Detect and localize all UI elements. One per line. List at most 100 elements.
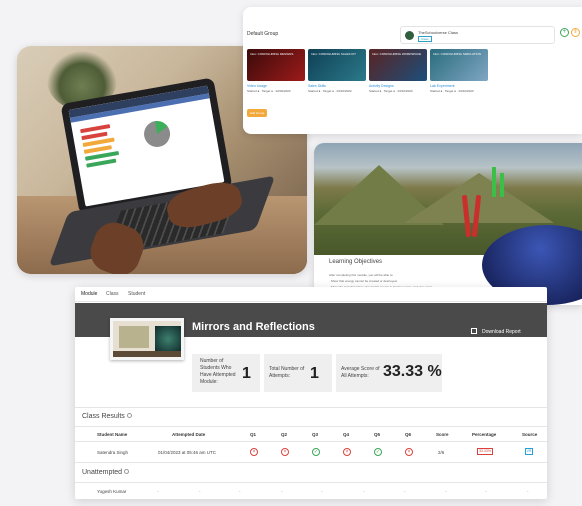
- thumb-mirror: [119, 326, 149, 348]
- tile-name[interactable]: Video Usage: [247, 84, 305, 88]
- tab-bar: Module Class Student: [75, 287, 547, 302]
- stat-attempts: Total Number of Attempts: 1: [264, 354, 332, 392]
- thumb-floor: [113, 351, 181, 357]
- unattempted-label: Unattempted: [82, 469, 123, 476]
- avatar: [405, 31, 414, 40]
- stat-value: 1: [310, 365, 319, 382]
- tab-student[interactable]: Student: [128, 291, 145, 297]
- tile-name[interactable]: Activity Designs: [369, 84, 427, 88]
- tile-thumbnail: Intro: CONFIGURING SIMULATION: [430, 49, 488, 81]
- wrong-icon: ×: [250, 448, 258, 456]
- divider: [75, 482, 547, 483]
- score: 2/6: [438, 450, 445, 455]
- tile-caption: Intro: CONFIGURING SIMULATION: [433, 52, 481, 56]
- pillar: [500, 173, 504, 197]
- class-results-label: Class Results: [82, 413, 125, 420]
- tile-caption: Intro: CONFIGURING WORKSPACE: [372, 52, 422, 56]
- empty-cell: -: [321, 489, 323, 494]
- col-q5[interactable]: Q5: [374, 432, 380, 437]
- edit-icon[interactable]: ‖: [571, 28, 580, 37]
- group-owner[interactable]: TheSchoolverse Class Class: [400, 26, 555, 44]
- student-name[interactable]: Satendra Singh: [97, 450, 128, 455]
- col-percentage[interactable]: Percentage: [472, 432, 496, 437]
- group-card: Default Group TheSchoolverse Class Class…: [243, 7, 582, 134]
- stat-label: Total Number of Attempts:: [269, 366, 305, 379]
- tile-name[interactable]: Lab Experiment: [430, 84, 488, 88]
- objective-line: After completing this module, you will b…: [329, 273, 394, 277]
- empty-cell: -: [485, 489, 487, 494]
- tile-caption: Intro: CONFIGURING DESIGNS: [250, 52, 294, 56]
- col-q3[interactable]: Q3: [312, 432, 318, 437]
- download-report-button[interactable]: Download Report: [471, 328, 521, 335]
- class-results-title: Class Results: [82, 413, 132, 420]
- download-icon: [471, 328, 477, 334]
- empty-cell: -: [281, 489, 283, 494]
- attempted-date: 01/04/2023 at 05:46 am UTC: [158, 450, 217, 455]
- module-title: Mirrors and Reflections: [192, 321, 315, 333]
- divider: [75, 441, 547, 442]
- empty-cell: -: [445, 489, 447, 494]
- percentage-badge: 33.33%: [477, 448, 493, 455]
- tile-meta: Started ● · Target ● · 04/10/2023: [430, 89, 474, 93]
- tile-meta: Started ● · Target ● · 02/02/2023: [247, 89, 291, 93]
- info-icon[interactable]: [126, 413, 132, 418]
- col-attempted-date[interactable]: Attempted Date: [172, 432, 205, 437]
- tile-meta: Started ● · Target ● · 04/10/2023: [308, 89, 352, 93]
- group-title: Default Group: [247, 31, 279, 37]
- tile-thumbnail: Intro: CONFIGURING DESIGNS: [247, 49, 305, 81]
- col-q4[interactable]: Q4: [343, 432, 349, 437]
- col-student-name[interactable]: Student Name: [97, 432, 127, 437]
- empty-cell: -: [404, 489, 406, 494]
- stat-average: Average Score of All Attempts: 33.33 %: [336, 354, 442, 392]
- add-group-button[interactable]: Add Group: [247, 109, 267, 117]
- laptop-pie-chart: [142, 118, 173, 150]
- info-icon[interactable]: [124, 469, 130, 474]
- owner-tag: Class: [418, 36, 432, 42]
- add-icon[interactable]: +: [560, 28, 569, 37]
- module-tile[interactable]: Intro: CONFIGURING SALES KIT Sales Skill…: [308, 49, 366, 105]
- stat-students: Number of Students Who Have Attempted Mo…: [192, 354, 260, 392]
- col-source[interactable]: Source: [522, 432, 537, 437]
- objective-line: · Show that energy cannot be created or …: [329, 279, 398, 283]
- pillar: [492, 167, 496, 197]
- module-tile[interactable]: Intro: CONFIGURING SIMULATION Lab Experi…: [430, 49, 488, 105]
- col-score[interactable]: Score: [436, 432, 449, 437]
- unattempted-title: Unattempted: [82, 469, 130, 476]
- empty-cell: -: [527, 489, 529, 494]
- tile-name[interactable]: Sales Skills: [308, 84, 366, 88]
- scene-image: [314, 143, 582, 305]
- divider: [75, 426, 547, 427]
- tile-caption: Intro: CONFIGURING SALES KIT: [311, 52, 357, 56]
- objectives-title: Learning Objectives: [329, 259, 383, 265]
- vr-source-icon[interactable]: VR: [525, 448, 533, 455]
- tab-class[interactable]: Class: [106, 291, 119, 297]
- check-icon: ✓: [374, 448, 382, 456]
- report-panel: Module Class Student Download Report Mir…: [75, 287, 547, 499]
- module-thumbnail: [110, 318, 184, 360]
- thumb-screen: [155, 326, 181, 352]
- tile-thumbnail: Intro: CONFIGURING WORKSPACE: [369, 49, 427, 81]
- laptop-chart-bars: [78, 120, 130, 196]
- col-q6[interactable]: Q6: [405, 432, 411, 437]
- wrong-icon: ×: [343, 448, 351, 456]
- divider: [75, 407, 547, 408]
- tile-thumbnail: Intro: CONFIGURING SALES KIT: [308, 49, 366, 81]
- tab-module[interactable]: Module: [81, 291, 97, 297]
- student-name[interactable]: Yogesh Kumar: [97, 489, 126, 494]
- module-tile[interactable]: Intro: CONFIGURING WORKSPACE Activity De…: [369, 49, 427, 105]
- check-icon: ✓: [312, 448, 320, 456]
- stat-label: Number of Students Who Have Attempted Mo…: [200, 358, 236, 385]
- col-q1[interactable]: Q1: [250, 432, 256, 437]
- tile-meta: Started ● · Target ● · 04/10/2023: [369, 89, 413, 93]
- stat-value: 33.33 %: [383, 363, 442, 380]
- empty-cell: -: [363, 489, 365, 494]
- col-q2[interactable]: Q2: [281, 432, 287, 437]
- wrong-icon: ×: [405, 448, 413, 456]
- download-label: Download Report: [482, 329, 521, 335]
- empty-cell: -: [199, 489, 201, 494]
- stat-label: Average Score of All Attempts:: [341, 366, 380, 379]
- empty-cell: -: [157, 489, 159, 494]
- divider: [75, 462, 547, 463]
- owner-name: TheSchoolverse Class: [418, 30, 459, 35]
- module-tile[interactable]: Intro: CONFIGURING DESIGNS Video Usage S…: [247, 49, 305, 105]
